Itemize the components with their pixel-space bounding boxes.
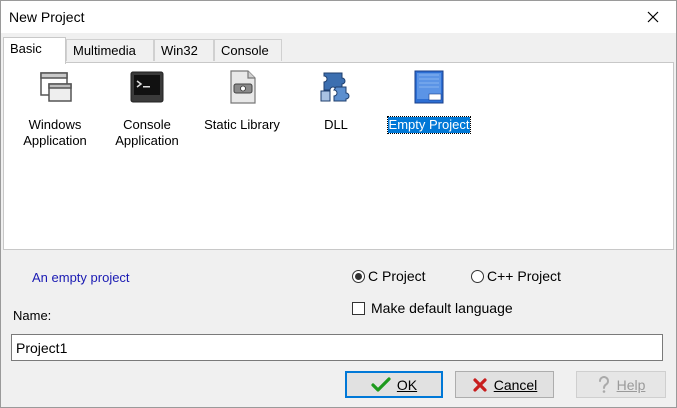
template-label-line2: Application: [115, 133, 179, 148]
ok-label: OK: [396, 376, 418, 393]
help-button[interactable]: Help: [576, 371, 666, 398]
template-label-line1: Windows: [28, 117, 82, 132]
cancel-x-icon: [472, 377, 488, 393]
help-label: Help: [616, 376, 646, 393]
window-title: New Project: [9, 9, 85, 25]
template-windows-application[interactable]: Windows Application: [10, 69, 100, 149]
new-project-dialog: New Project Basic Multimedia Win32 Conso…: [0, 0, 677, 408]
template-static-library[interactable]: Static Library: [197, 69, 287, 133]
c-project-radio[interactable]: C Project: [352, 268, 426, 284]
tab-console[interactable]: Console: [214, 39, 282, 61]
template-label-line1: Empty Project: [388, 117, 470, 132]
template-label-line1: Static Library: [204, 117, 280, 132]
cancel-button[interactable]: Cancel: [455, 371, 554, 398]
c-project-label: C Project: [368, 268, 426, 284]
template-dll[interactable]: DLL: [291, 69, 381, 133]
checkbox-icon: [352, 301, 365, 315]
template-label-line2: Application: [23, 133, 87, 148]
template-console-application[interactable]: Console Application: [102, 69, 192, 149]
close-button[interactable]: [630, 1, 676, 33]
template-description: An empty project: [32, 270, 130, 285]
title-bar: New Project: [1, 1, 676, 33]
project-templates-panel: Windows Application Console Application St…: [3, 62, 674, 250]
name-label: Name:: [13, 308, 52, 323]
project-name-input[interactable]: [11, 334, 663, 361]
default-language-label: Make default language: [371, 300, 513, 316]
checkmark-icon: [371, 376, 391, 393]
ok-button[interactable]: OK: [345, 371, 443, 398]
cpp-project-radio[interactable]: C++ Project: [471, 268, 561, 284]
tab-win32[interactable]: Win32: [154, 39, 214, 61]
console-app-icon: [130, 71, 164, 103]
default-language-checkbox[interactable]: Make default language: [352, 300, 513, 316]
close-icon: [647, 11, 659, 23]
radio-empty-icon: [471, 269, 484, 283]
template-label-line1: DLL: [324, 117, 348, 132]
cpp-project-label: C++ Project: [487, 268, 561, 284]
template-empty-project[interactable]: Empty Project: [384, 69, 474, 134]
windows-app-icon: [40, 72, 72, 102]
static-library-icon: [230, 70, 256, 104]
template-label-line1: Console: [123, 117, 171, 132]
tab-basic[interactable]: Basic: [3, 37, 66, 64]
dll-icon: [320, 72, 350, 102]
cancel-label: Cancel: [493, 376, 538, 393]
help-question-icon: [597, 375, 611, 394]
radio-selected-icon: [352, 269, 365, 283]
empty-project-icon: [414, 70, 444, 104]
tab-multimedia[interactable]: Multimedia: [66, 39, 154, 61]
